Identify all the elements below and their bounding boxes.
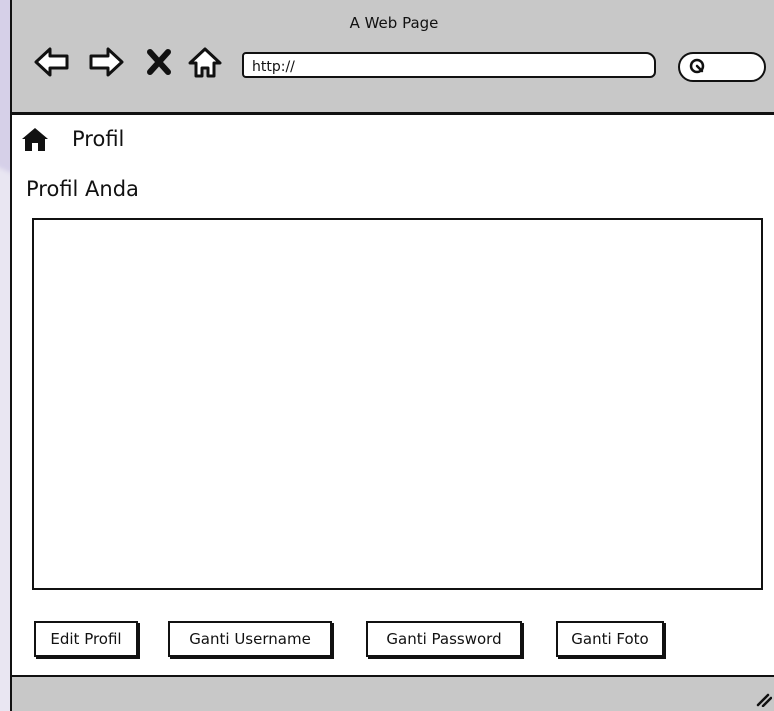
change-password-button[interactable]: Ganti Password [366,621,522,657]
change-username-button[interactable]: Ganti Username [168,621,332,657]
search-icon [689,58,705,74]
search-field[interactable] [678,52,766,82]
url-input[interactable]: http:// [242,52,656,78]
close-icon[interactable] [142,44,176,80]
edit-profile-button[interactable]: Edit Profil [34,621,138,657]
home-outline-icon[interactable] [186,44,224,80]
resize-grip-icon[interactable] [752,687,772,707]
breadcrumb-label[interactable]: Profil [72,127,124,151]
page-title: Profil Anda [26,177,139,201]
browser-toolbar: A Web Page http:// [12,0,774,115]
window-title: A Web Page [349,14,439,32]
status-bar [12,675,774,711]
back-arrow-icon[interactable] [32,44,72,80]
breadcrumb: Profil [20,124,124,154]
profile-content-panel [32,218,763,590]
forward-arrow-icon[interactable] [86,44,126,80]
browser-window: A Web Page http:// Profil Profil Anda Ed… [10,0,774,711]
change-photo-button[interactable]: Ganti Foto [556,621,664,657]
home-icon[interactable] [20,126,50,152]
